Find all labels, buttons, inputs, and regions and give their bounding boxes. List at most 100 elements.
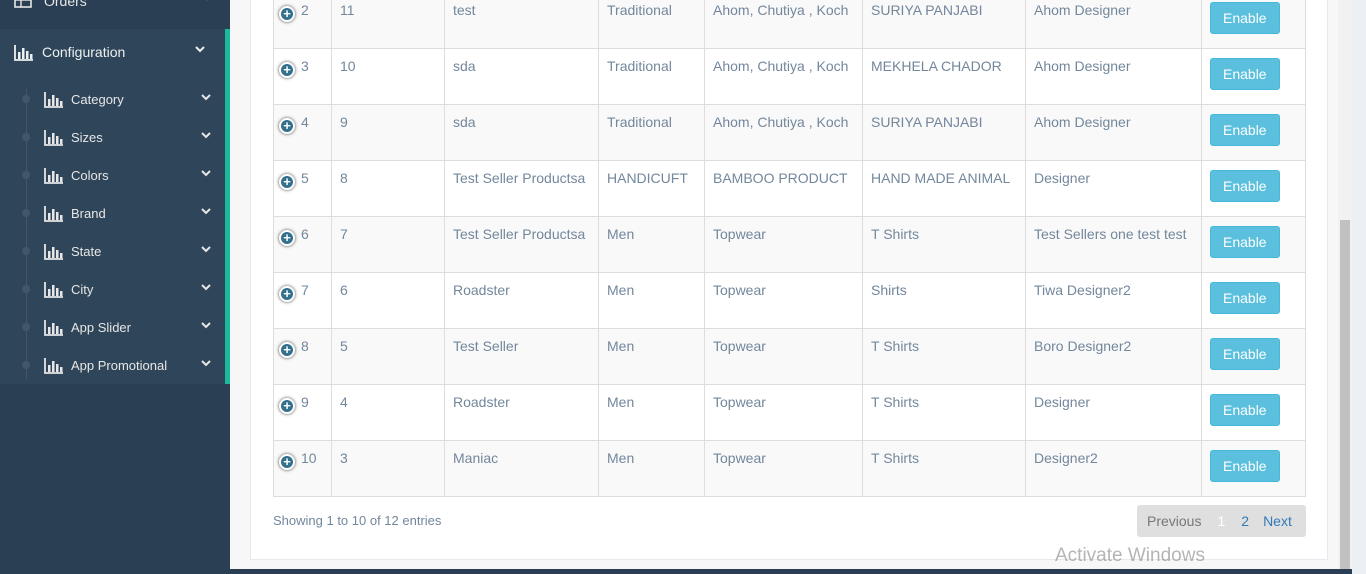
scrollbar[interactable] bbox=[1338, 0, 1352, 574]
sidebar-item-category[interactable]: Category bbox=[0, 80, 225, 118]
sidebar-item-state[interactable]: State bbox=[0, 232, 225, 270]
sidebar-item-city[interactable]: City bbox=[0, 270, 225, 308]
table-row: +2 11 test Traditional Ahom, Chutiya , K… bbox=[273, 0, 1306, 49]
cell-type: SURIYA PANJABI bbox=[862, 0, 1026, 49]
cell-id: 5 bbox=[331, 328, 445, 385]
sidebar-item-orders[interactable]: Orders bbox=[0, 0, 230, 16]
cell-designer: Test Sellers one test test bbox=[1025, 216, 1202, 273]
chevron-down-icon bbox=[201, 284, 211, 291]
bullet-icon bbox=[22, 171, 30, 179]
cell-subcategory: Ahom, Chutiya , Koch bbox=[704, 0, 863, 49]
bullet-icon bbox=[22, 323, 30, 331]
row-index: 9 bbox=[301, 394, 309, 410]
row-index: 2 bbox=[301, 2, 309, 18]
bullet-icon bbox=[22, 285, 30, 293]
previous-page-button[interactable]: Previous bbox=[1147, 513, 1201, 529]
sidebar-item-sizes[interactable]: Sizes bbox=[0, 118, 225, 156]
table-row: +10 3 Maniac Men Topwear T Shirts Design… bbox=[273, 440, 1306, 497]
sidebar: Orders Configuration Category Sizes Colo… bbox=[0, 0, 230, 574]
table-icon bbox=[14, 0, 32, 8]
page-1-button[interactable]: 1 bbox=[1217, 513, 1225, 529]
cell-subcategory: Topwear bbox=[704, 440, 863, 497]
chevron-down-icon bbox=[202, 0, 212, 1]
sidebar-section-configuration: Configuration Category Sizes Colors Bran… bbox=[0, 29, 230, 384]
table-row: +3 10 sda Traditional Ahom, Chutiya , Ko… bbox=[273, 48, 1306, 105]
scrollbar-thumb[interactable] bbox=[1340, 220, 1350, 570]
expand-row-icon[interactable]: + bbox=[279, 62, 295, 78]
bar-chart-icon bbox=[44, 358, 63, 374]
enable-button[interactable]: Enable bbox=[1210, 114, 1280, 146]
cell-designer: Designer bbox=[1025, 384, 1202, 441]
enable-button[interactable]: Enable bbox=[1210, 170, 1280, 202]
sidebar-item-app-slider[interactable]: App Slider bbox=[0, 308, 225, 346]
cell-category: Men bbox=[598, 216, 705, 273]
expand-row-icon[interactable]: + bbox=[279, 286, 295, 302]
cell-type: T Shirts bbox=[862, 384, 1026, 441]
cell-type: T Shirts bbox=[862, 328, 1026, 385]
expand-row-icon[interactable]: + bbox=[279, 454, 295, 470]
cell-category: Traditional bbox=[598, 0, 705, 49]
cell-type: T Shirts bbox=[862, 440, 1026, 497]
cell-id: 7 bbox=[331, 216, 445, 273]
expand-row-icon[interactable]: + bbox=[279, 174, 295, 190]
bullet-icon bbox=[22, 95, 30, 103]
bullet-icon bbox=[22, 209, 30, 217]
enable-button[interactable]: Enable bbox=[1210, 2, 1280, 34]
cell-category: Men bbox=[598, 272, 705, 329]
cell-designer: Ahom Designer bbox=[1025, 104, 1202, 161]
table-row: +4 9 sda Traditional Ahom, Chutiya , Koc… bbox=[273, 104, 1306, 161]
sidebar-item-configuration[interactable]: Configuration bbox=[0, 29, 225, 75]
expand-row-icon[interactable]: + bbox=[279, 342, 295, 358]
cell-name: Test Seller Productsa bbox=[444, 160, 599, 217]
cell-subcategory: Topwear bbox=[704, 272, 863, 329]
products-table: +2 11 test Traditional Ahom, Chutiya , K… bbox=[273, 0, 1306, 497]
chevron-down-icon bbox=[195, 46, 205, 53]
enable-button[interactable]: Enable bbox=[1210, 282, 1280, 314]
cell-type: MEKHELA CHADOR bbox=[862, 48, 1026, 105]
cell-subcategory: Topwear bbox=[704, 216, 863, 273]
bar-chart-icon bbox=[14, 45, 33, 61]
cell-id: 3 bbox=[331, 440, 445, 497]
table-row: +7 6 Roadster Men Topwear Shirts Tiwa De… bbox=[273, 272, 1306, 329]
activation-watermark: Activate Windows bbox=[1055, 545, 1205, 566]
enable-button[interactable]: Enable bbox=[1210, 450, 1280, 482]
table-row: +6 7 Test Seller Productsa Men Topwear T… bbox=[273, 216, 1306, 273]
page-2-button[interactable]: 2 bbox=[1241, 513, 1249, 529]
expand-row-icon[interactable]: + bbox=[279, 230, 295, 246]
footer-bar bbox=[230, 569, 1352, 574]
bar-chart-icon bbox=[44, 244, 63, 260]
next-page-button[interactable]: Next bbox=[1263, 513, 1292, 529]
bullet-icon bbox=[22, 133, 30, 141]
sidebar-item-label: Category bbox=[71, 91, 124, 107]
enable-button[interactable]: Enable bbox=[1210, 226, 1280, 258]
cell-type: HAND MADE ANIMAL bbox=[862, 160, 1026, 217]
sidebar-item-label: City bbox=[71, 281, 94, 297]
enable-button[interactable]: Enable bbox=[1210, 338, 1280, 370]
sidebar-item-label: Orders bbox=[44, 0, 87, 9]
cell-id: 6 bbox=[331, 272, 445, 329]
cell-id: 4 bbox=[331, 384, 445, 441]
bar-chart-icon bbox=[44, 282, 63, 298]
bar-chart-icon bbox=[44, 168, 63, 184]
cell-category: Traditional bbox=[598, 48, 705, 105]
chevron-down-icon bbox=[201, 360, 211, 367]
cell-subcategory: Topwear bbox=[704, 384, 863, 441]
cell-subcategory: Ahom, Chutiya , Koch bbox=[704, 48, 863, 105]
enable-button[interactable]: Enable bbox=[1210, 58, 1280, 90]
expand-row-icon[interactable]: + bbox=[279, 398, 295, 414]
expand-row-icon[interactable]: + bbox=[279, 118, 295, 134]
row-index: 5 bbox=[301, 170, 309, 186]
sidebar-item-colors[interactable]: Colors bbox=[0, 156, 225, 194]
row-index: 10 bbox=[301, 450, 317, 466]
sidebar-item-app-promotional[interactable]: App Promotional bbox=[0, 346, 225, 384]
cell-designer: Ahom Designer bbox=[1025, 48, 1202, 105]
cell-subcategory: Ahom, Chutiya , Koch bbox=[704, 104, 863, 161]
cell-subcategory: BAMBOO PRODUCT bbox=[704, 160, 863, 217]
row-index: 8 bbox=[301, 338, 309, 354]
cell-subcategory: Topwear bbox=[704, 328, 863, 385]
enable-button[interactable]: Enable bbox=[1210, 394, 1280, 426]
sidebar-item-brand[interactable]: Brand bbox=[0, 194, 225, 232]
cell-name: Roadster bbox=[444, 384, 599, 441]
bullet-icon bbox=[22, 361, 30, 369]
expand-row-icon[interactable]: + bbox=[279, 6, 295, 22]
